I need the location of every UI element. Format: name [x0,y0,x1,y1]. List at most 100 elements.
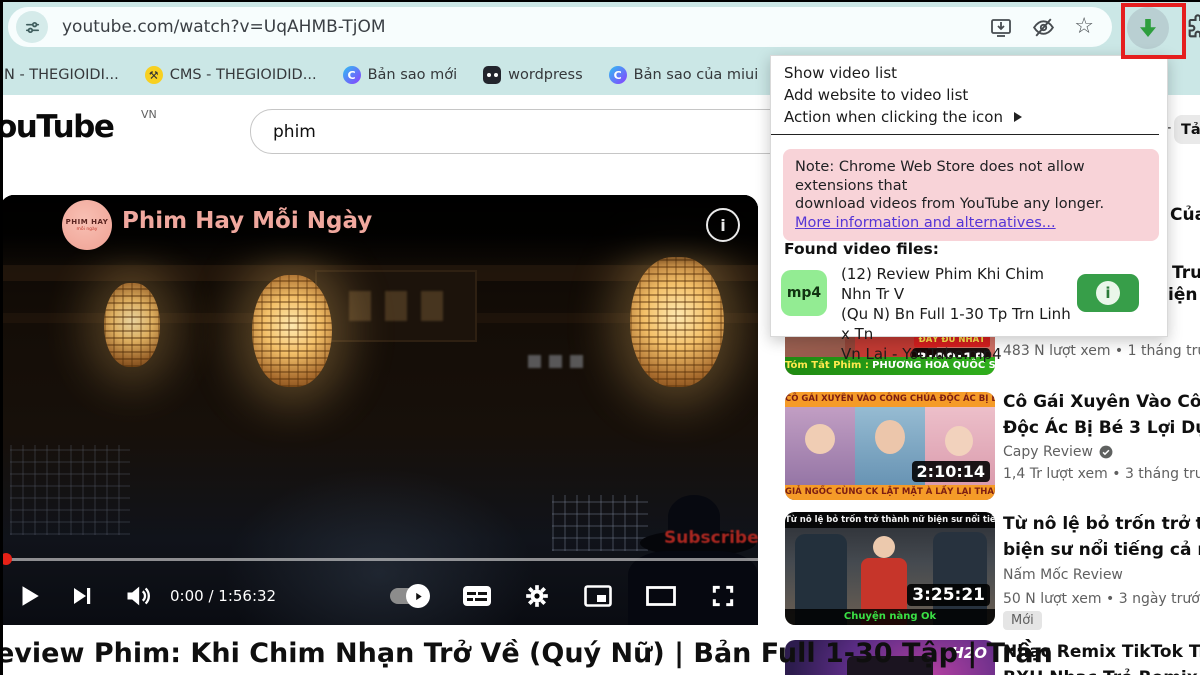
file-info-button[interactable]: i [1077,274,1139,312]
player-channel-title[interactable]: Phim Hay Mỗi Ngày [122,208,372,234]
menu-show-video-list[interactable]: Show video list [771,62,1167,84]
play-button[interactable] [16,583,42,609]
bookmark-label: CMS - THEGIOIDID... [170,67,317,83]
popup-divider [771,134,1159,135]
menu-action-when-clicking[interactable]: Action when clicking the icon [771,106,1167,128]
lantern [630,257,724,387]
face [805,424,835,454]
video-duration: 3:25:21 [907,584,990,606]
bookmark-label: Bản sao của miui [634,67,759,83]
eye-hidden-icon[interactable] [1031,15,1056,40]
file-name-line: (Qu N) Bn Full 1-30 Tp Trn Linh x Tn [841,304,1077,344]
found-files-heading: Found video files: [784,240,939,258]
thumb-bottom-caption: Chuyện nàng Ok [785,609,995,625]
file-name-line: Vn Lai - YouTube.mp4 [841,344,1077,364]
theater-mode-button[interactable] [646,586,676,606]
canva-favicon-icon: C [343,66,361,84]
autoplay-toggle[interactable] [390,588,428,604]
related-video-3-title-line1[interactable]: Từ nô lệ bỏ trốn trở thành n [1003,512,1200,537]
related-video-2-channel[interactable]: Capy Review [1003,444,1113,460]
new-badge: Mới [1003,611,1042,630]
canva-favicon-icon: C [609,66,627,84]
related-video-2-title-line2[interactable]: Độc Ác Bị Bé 3 Lợi Dụng, G [1003,416,1200,441]
figure-center-head [873,536,895,558]
screenshot-top-edge [0,0,1200,2]
lantern [104,283,160,367]
info-icon: i [1096,281,1120,305]
volume-button[interactable] [124,582,152,610]
youtube-country-badge: VN [141,108,157,121]
search-value: phim [273,122,316,142]
install-download-icon[interactable] [989,15,1013,39]
video1-title-fragment-2: iện [1168,285,1197,305]
related-video-2-title-line1[interactable]: Cô Gái Xuyên Vào Công Ch [1003,390,1200,415]
bookmark-star-icon[interactable]: ☆ [1074,16,1094,38]
related-video-3-channel[interactable]: Nấm Mốc Review [1003,567,1123,583]
fullscreen-button[interactable] [710,583,736,609]
note-line-2: download videos from YouTube any longer. [795,195,1147,214]
address-bar[interactable]: youtube.com/watch?v=UqAHMB-TjOM [8,7,1112,47]
bookmark-label: wordpress [508,67,583,83]
progress-bar[interactable] [0,558,758,561]
screenshot-left-edge [0,0,3,675]
extensions-puzzle-icon[interactable] [1185,13,1200,41]
related-video-2-meta: 1,4 Tr lượt xem • 3 tháng trước [1003,466,1200,482]
related-video-3-thumbnail[interactable]: Từ nô lệ bỏ trốn trở thành nữ biện sư nổ… [785,512,995,625]
popup-menu: Show video list Add website to video lis… [771,56,1167,135]
more-information-link[interactable]: More information and alternatives... [795,215,1056,231]
watch-page-title: eview Phim: Khi Chim Nhạn Trở Về (Quý Nữ… [0,638,1053,669]
verified-badge-icon [1099,445,1113,459]
bookmark-ban-sao-moi[interactable]: C Bản sao mới [343,66,458,84]
channel-name: Capy Review [1003,444,1093,460]
popup-note-box: Note: Chrome Web Store does not allow ex… [783,149,1159,241]
bookmark-label: Bản sao mới [368,67,458,83]
info-icon[interactable]: i [706,208,740,242]
submenu-arrow-icon [1013,111,1023,123]
menu-add-website[interactable]: Add website to video list [771,84,1167,106]
face [945,426,973,456]
thumb-top-caption: Từ nô lệ bỏ trốn trở thành nữ biện sư nổ… [785,512,995,528]
browser-toolbar: youtube.com/watch?v=UqAHMB-TjOM [0,0,1200,55]
url-text[interactable]: youtube.com/watch?v=UqAHMB-TjOM [62,17,989,37]
note-line-1: Note: Chrome Web Store does not allow ex… [795,158,1147,195]
subtitles-button[interactable] [462,585,492,607]
channel-name: Nấm Mốc Review [1003,567,1123,583]
settings-button[interactable] [524,583,550,609]
related-video-3-title-line2[interactable]: biện sư nổi tiếng cả nước [1003,538,1200,563]
bookmark-cms-thegioidid[interactable]: ⚒ CMS - THEGIOIDID... [145,66,317,84]
window-lattice [10,445,130,535]
site-settings-button[interactable] [16,11,48,43]
covered-video-title-fragment: Của [1170,205,1200,225]
subscribe-watermark: Subscribe [664,528,758,548]
player-top-gradient [0,195,758,267]
avatar-subtext: mỗi ngày [77,227,98,232]
thumb-bottom-banner: GIẢ NGỐC CÙNG CK LẬT MẶT À LẤY LẠI THANH… [785,485,995,500]
temple-plaque [315,270,477,342]
menu-item-label: Add website to video list [784,86,968,104]
face [875,420,905,454]
video1-title-fragment-1: Tru [1172,263,1200,283]
bookmark-thegioidi[interactable]: N - THEGIOIDI... [4,67,119,83]
cms-favicon-icon: ⚒ [145,66,163,84]
bookmark-ban-sao-cua-miui[interactable]: C Bản sao của miui [609,66,759,84]
video-duration: 2:10:14 [912,461,990,482]
next-button[interactable] [70,584,94,608]
filter-chip-tat-ca[interactable]: Tả [1174,115,1200,144]
related-video-3-meta: 50 N lượt xem • 3 ngày trước [1003,591,1200,607]
owl-favicon-icon [483,66,501,84]
faint-glyphs [528,355,583,368]
found-file-name: (12) Review Phim Khi Chim Nhn Tr V (Qu N… [841,264,1077,364]
window-lattice [552,495,648,551]
avatar-text: PHIM HAY [66,218,109,226]
related-video-2-thumbnail[interactable]: CÔ GÁI XUYÊN VÀO CÔNG CHÚA ĐỘC ÁC BỊ BÉ … [785,392,995,500]
bookmark-wordpress[interactable]: wordpress [483,66,583,84]
miniplayer-button[interactable] [584,585,612,607]
video-player[interactable]: Subscribe PHIM HAY mỗi ngày Phim Hay Mỗi… [0,195,758,625]
channel-avatar[interactable]: PHIM HAY mỗi ngày [62,200,112,250]
youtube-logo[interactable]: ouTube [0,109,113,145]
thumb-top-banner: CÔ GÁI XUYÊN VÀO CÔNG CHÚA ĐỘC ÁC BỊ BÉ … [785,392,995,407]
tune-icon [24,19,41,36]
mp4-badge: mp4 [781,270,827,316]
extension-popup: Show video list Add website to video lis… [770,55,1168,337]
time-display: 0:00 / 1:56:32 [170,587,276,605]
